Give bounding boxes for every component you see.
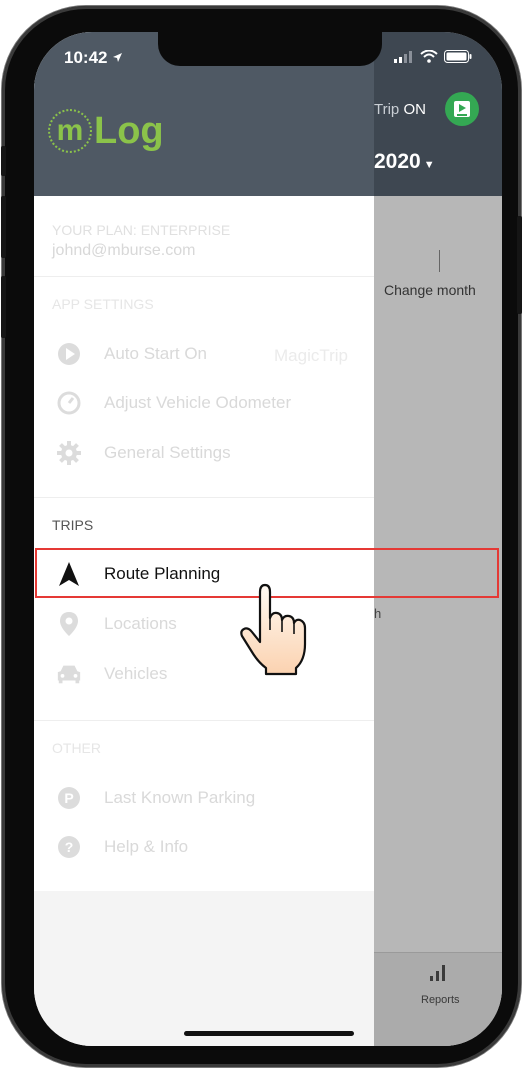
volume-up-button bbox=[1, 196, 6, 258]
section-app-settings: APP SETTINGS bbox=[52, 296, 154, 312]
location-arrow-icon bbox=[113, 53, 123, 62]
menu-item-label: Help & Info bbox=[104, 837, 189, 856]
power-button bbox=[517, 216, 522, 314]
menu-item-label: Auto Start On bbox=[104, 344, 207, 363]
section-trips: TRIPS bbox=[52, 517, 94, 533]
user-email: johnd@mburse.com bbox=[52, 242, 196, 259]
menu-item-adjust-odometer[interactable]: Adjust Vehicle Odometer bbox=[34, 381, 374, 425]
dropdown-caret-icon: ▼ bbox=[423, 159, 435, 171]
video-icon[interactable] bbox=[445, 92, 479, 126]
year-selector[interactable]: 2020 ▼ bbox=[374, 150, 435, 174]
menu-item-label: Last Known Parking bbox=[104, 788, 256, 807]
help-icon: ? bbox=[56, 834, 82, 860]
mute-switch bbox=[1, 146, 6, 176]
play-circle-icon bbox=[56, 341, 82, 367]
logo-m-icon: m bbox=[48, 109, 92, 153]
status-time: 10:42 bbox=[64, 48, 123, 68]
divider bbox=[34, 276, 374, 277]
svg-text:?: ? bbox=[65, 839, 74, 855]
home-indicator[interactable] bbox=[184, 1031, 354, 1036]
divider bbox=[34, 497, 374, 498]
signal-icon bbox=[394, 50, 412, 63]
gauge-icon bbox=[56, 390, 82, 416]
parking-icon: P bbox=[56, 785, 82, 811]
bar-chart-icon[interactable] bbox=[429, 962, 449, 982]
notch bbox=[158, 32, 382, 66]
screen: Trip ON 2020 ▼ Change month h Reports m L… bbox=[34, 32, 502, 1046]
divider bbox=[439, 250, 440, 272]
menu-item-vehicles[interactable]: Vehicles bbox=[34, 652, 374, 696]
menu-item-help[interactable]: ? Help & Info bbox=[34, 825, 374, 869]
menu-item-general-settings[interactable]: General Settings bbox=[34, 431, 374, 475]
pointer-hand-icon bbox=[240, 583, 307, 676]
change-month-button[interactable]: Change month bbox=[384, 282, 476, 298]
car-icon bbox=[56, 661, 82, 687]
menu-item-label: Locations bbox=[104, 614, 177, 633]
tab-reports[interactable]: Reports bbox=[421, 994, 460, 1006]
menu-item-label: Vehicles bbox=[104, 664, 168, 683]
location-pin-icon bbox=[56, 611, 82, 637]
menu-item-last-parking[interactable]: P Last Known Parking bbox=[34, 776, 374, 820]
gear-icon bbox=[56, 440, 82, 466]
menu-item-locations[interactable]: Locations bbox=[34, 602, 374, 646]
svg-text:P: P bbox=[64, 790, 73, 806]
divider bbox=[34, 720, 374, 721]
plan-label: YOUR PLAN: ENTERPRISE bbox=[52, 222, 231, 238]
mlog-logo: m Log bbox=[48, 109, 164, 153]
menu-item-label: Adjust Vehicle Odometer bbox=[104, 393, 292, 412]
logo-text: Log bbox=[94, 109, 164, 152]
menu-item-label: General Settings bbox=[104, 443, 231, 462]
trip-status: Trip ON bbox=[374, 101, 426, 118]
status-indicators bbox=[394, 50, 472, 63]
wifi-icon bbox=[420, 50, 438, 63]
partial-text: h bbox=[374, 606, 382, 621]
section-other: OTHER bbox=[52, 740, 101, 756]
navigation-drawer: m Log YOUR PLAN: ENTERPRISE johnd@mburse… bbox=[34, 32, 374, 1046]
auto-start-mode: MagicTrip bbox=[274, 346, 348, 365]
volume-down-button bbox=[1, 276, 6, 338]
battery-icon bbox=[444, 50, 472, 63]
